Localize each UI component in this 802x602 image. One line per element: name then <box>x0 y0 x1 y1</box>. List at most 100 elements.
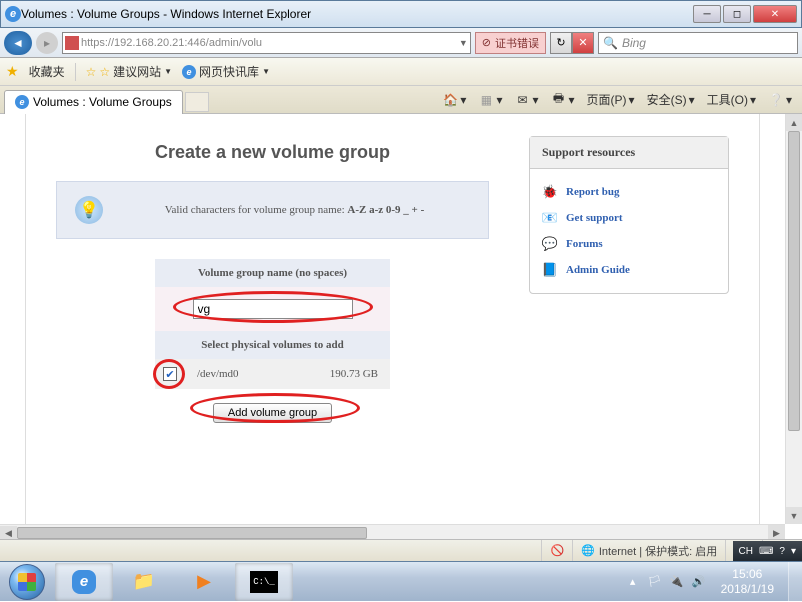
support-heading: Support resources <box>530 137 728 169</box>
taskbar-media-player[interactable]: ▶ <box>175 563 233 601</box>
pv-size: 190.73 GB <box>318 360 390 388</box>
tools-menu[interactable]: 工具(O) ▾ <box>701 89 762 111</box>
start-button[interactable] <box>0 562 54 602</box>
scroll-up-arrow[interactable]: ▲ <box>786 114 802 131</box>
help-icon: ❔ <box>768 92 784 108</box>
support-link-text: Admin Guide <box>566 264 630 276</box>
window-title: Volumes : Volume Groups - Windows Intern… <box>21 7 693 21</box>
home-button[interactable]: 🏠▾ <box>436 89 472 111</box>
pv-checkbox[interactable]: ✔ <box>163 367 177 381</box>
ime-icon[interactable]: ⌨ <box>759 546 773 557</box>
support-link-3[interactable]: 📘Admin Guide <box>542 257 716 283</box>
help-button[interactable]: ❔▾ <box>762 89 798 111</box>
taskbar-cmd[interactable]: C:\_ <box>235 563 293 601</box>
info-text: Valid characters for volume group name: … <box>119 202 470 219</box>
tray-time: 15:06 <box>721 567 774 581</box>
refresh-button[interactable]: ↻ <box>550 32 572 54</box>
support-link-text: Report bug <box>566 186 619 198</box>
favorites-bar: ★ 收藏夹 ☆ ☆ 建议网站 ▼ e 网页快讯库 ▼ <box>0 58 802 86</box>
add-volume-group-button[interactable]: Add volume group <box>213 403 332 423</box>
print-button[interactable]: 🖶▾ <box>545 89 581 111</box>
vertical-scrollbar[interactable]: ▲ ▼ <box>785 114 802 524</box>
lang-options-icon[interactable]: ▾ <box>791 546 796 557</box>
support-link-text: Get support <box>566 212 623 224</box>
support-icon: 📧 <box>542 210 558 226</box>
cmd-icon: C:\_ <box>250 571 278 593</box>
dropdown-icon: ▼ <box>262 67 270 76</box>
close-button[interactable]: ✕ <box>753 5 797 23</box>
new-tab-button[interactable] <box>185 92 209 112</box>
search-icon: 🔍 <box>603 36 618 50</box>
tray-action-center-icon[interactable]: 🏳 <box>647 574 663 590</box>
dropdown-icon: ▼ <box>164 67 172 76</box>
mail-button[interactable]: ✉▾ <box>508 89 544 111</box>
page-heading: Create a new volume group <box>56 142 489 163</box>
scroll-thumb[interactable] <box>788 131 800 431</box>
search-placeholder: Bing <box>622 36 646 50</box>
pv-select-header: Select physical volumes to add <box>155 331 390 359</box>
windows-orb-icon <box>9 564 45 600</box>
support-link-0[interactable]: 🐞 Report bug <box>542 179 716 205</box>
address-bar[interactable]: https://192.168.20.21:446/admin/volu ▼ <box>62 32 471 54</box>
media-icon: ▶ <box>189 569 219 595</box>
internet-zone[interactable]: 🌐 Internet | 保护模式: 启用 <box>572 540 725 561</box>
search-box[interactable]: 🔍 Bing <box>598 32 798 54</box>
pv-row: ✔ /dev/md0 190.73 GB <box>155 359 390 389</box>
support-icon: 🐞 <box>542 184 558 200</box>
ie-icon: e <box>182 65 196 79</box>
suggested-sites-link[interactable]: ☆ ☆ 建议网站 ▼ <box>86 63 172 80</box>
star-icon: ☆ <box>86 65 97 79</box>
mail-icon: ✉ <box>514 92 530 108</box>
address-url: https://192.168.20.21:446/admin/volu <box>81 37 459 49</box>
support-link-2[interactable]: 💬Forums <box>542 231 716 257</box>
taskbar: e 📁 ▶ C:\_ ▴ 🏳 🔌 🔊 15:06 2018/1/19 <box>0 561 802 601</box>
forward-button[interactable]: ▸ <box>36 32 58 54</box>
support-link-1[interactable]: 📧 Get support <box>542 205 716 231</box>
home-icon: 🏠 <box>442 92 458 108</box>
ie-icon: e <box>5 6 21 22</box>
lang-indicator[interactable]: CH <box>739 546 753 557</box>
scroll-down-arrow[interactable]: ▼ <box>786 507 802 524</box>
folder-icon: 📁 <box>129 569 159 595</box>
lock-icon <box>65 36 79 50</box>
maximize-button[interactable]: ◻ <box>723 5 751 23</box>
scroll-thumb-h[interactable] <box>17 527 367 539</box>
tray-show-hidden[interactable]: ▴ <box>625 574 641 590</box>
vg-name-input[interactable] <box>193 299 353 319</box>
window-titlebar: e Volumes : Volume Groups - Windows Inte… <box>0 0 802 28</box>
create-vg-form: Volume group name (no spaces) Select phy… <box>155 259 390 437</box>
tab-active[interactable]: e Volumes : Volume Groups <box>4 90 183 114</box>
taskbar-ie[interactable]: e <box>55 563 113 601</box>
tray-date: 2018/1/19 <box>721 582 774 596</box>
bulb-icon: 💡 <box>75 196 103 224</box>
tab-title: Volumes : Volume Groups <box>33 95 172 109</box>
dropdown-icon[interactable]: ▼ <box>459 38 468 48</box>
taskbar-explorer[interactable]: 📁 <box>115 563 173 601</box>
system-tray: ▴ 🏳 🔌 🔊 15:06 2018/1/19 <box>619 567 788 596</box>
tray-network-icon[interactable]: 🔌 <box>669 574 685 590</box>
info-box: 💡 Valid characters for volume group name… <box>56 181 489 239</box>
tray-volume-icon[interactable]: 🔊 <box>691 574 707 590</box>
popup-blocker-icon[interactable]: 🚫 <box>541 540 572 561</box>
web-slice-link[interactable]: e 网页快讯库 ▼ <box>182 63 270 80</box>
language-bar[interactable]: CH ⌨ ? ▾ <box>733 541 802 561</box>
shield-error-icon: ⊘ <box>482 36 491 49</box>
rss-icon: ▦ <box>478 92 494 108</box>
safety-menu[interactable]: 安全(S) ▾ <box>641 89 701 111</box>
cert-error-badge[interactable]: ⊘ 证书错误 <box>475 32 546 54</box>
star-icon-2: ☆ <box>99 65 110 79</box>
favorites-star-icon[interactable]: ★ <box>6 63 19 80</box>
pv-device: /dev/md0 <box>185 360 318 388</box>
favorites-label[interactable]: 收藏夹 <box>29 63 65 80</box>
status-bar: 🚫 🌐 Internet | 保护模式: 启用 🛡▾ 🔍 ▾ <box>0 539 802 561</box>
back-button[interactable]: ◄ <box>4 31 32 55</box>
stop-button[interactable]: ✕ <box>572 32 594 54</box>
tray-clock[interactable]: 15:06 2018/1/19 <box>713 567 782 596</box>
page-menu[interactable]: 页面(P) ▾ <box>581 89 641 111</box>
show-desktop-button[interactable] <box>788 562 802 602</box>
print-icon: 🖶 <box>551 92 567 108</box>
cert-error-text: 证书错误 <box>495 35 539 51</box>
feeds-button[interactable]: ▦▾ <box>472 89 508 111</box>
minimize-button[interactable]: ─ <box>693 5 721 23</box>
lang-help-icon[interactable]: ? <box>779 546 785 557</box>
